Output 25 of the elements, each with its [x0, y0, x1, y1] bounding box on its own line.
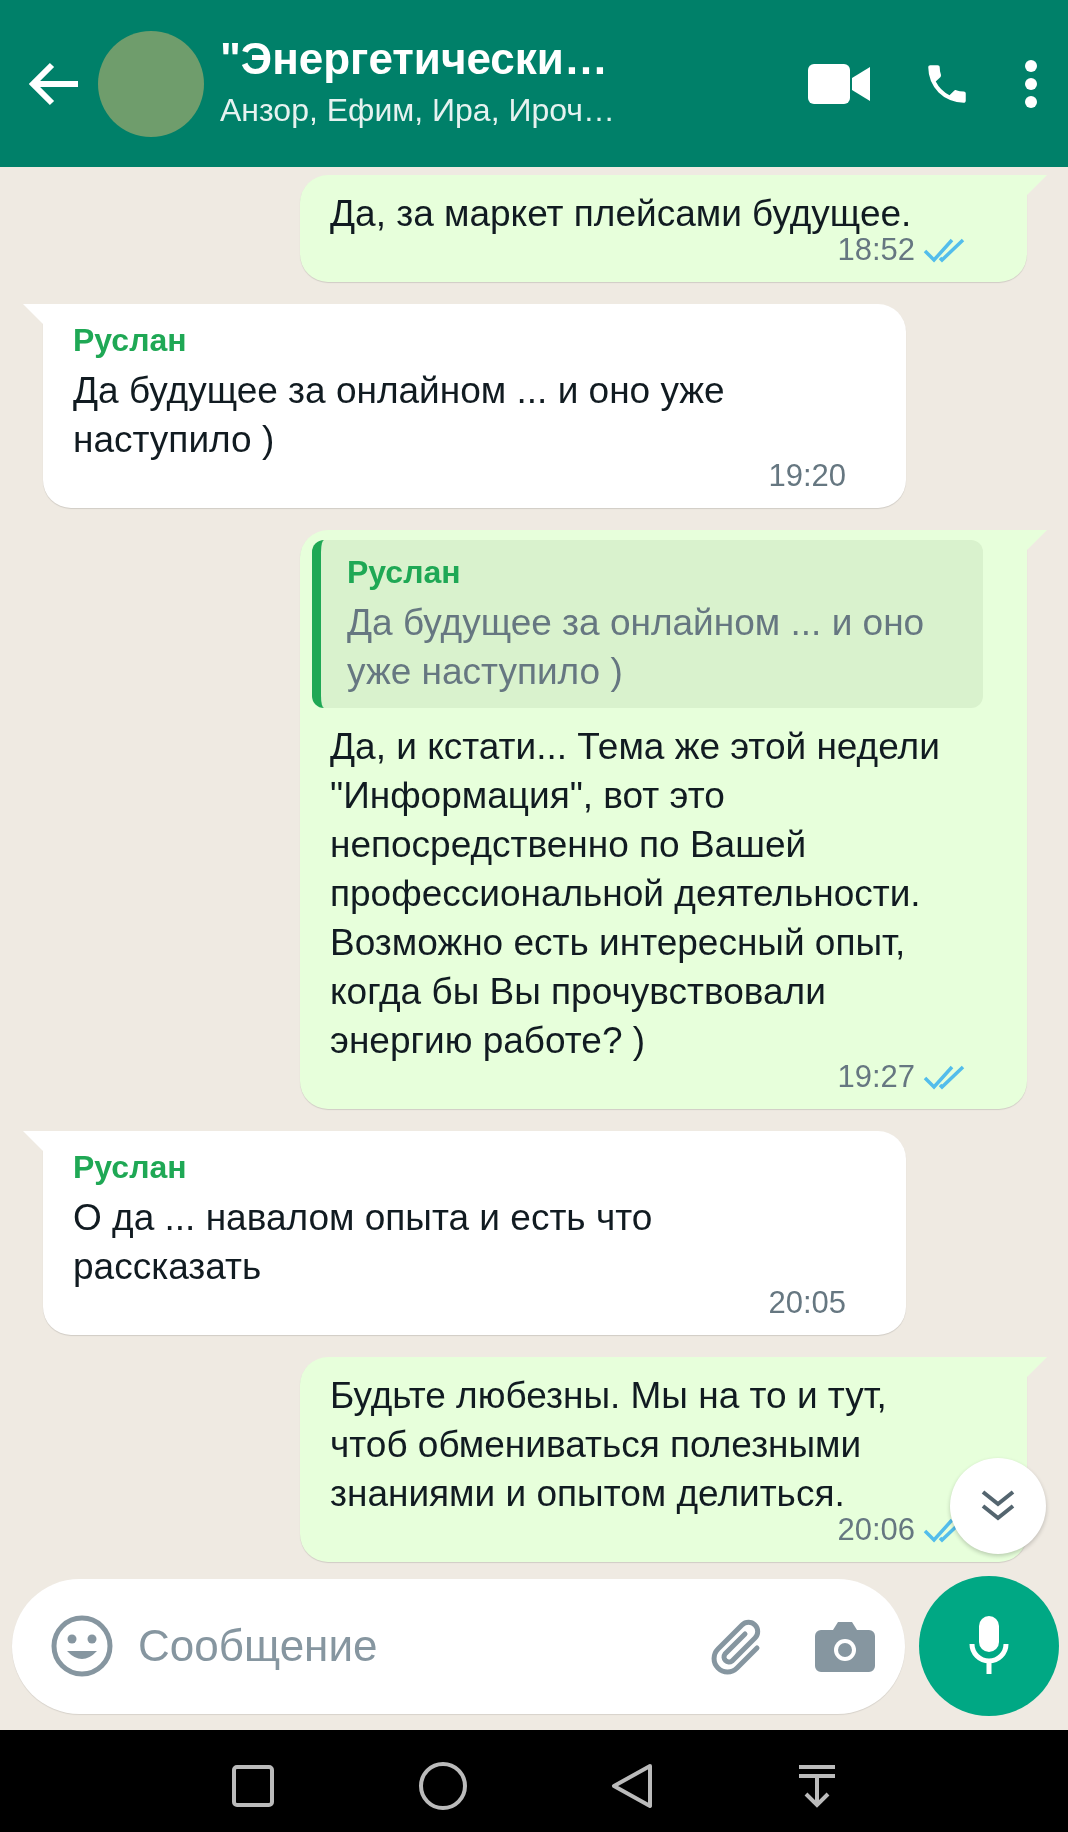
download-arrow-icon[interactable] — [796, 1764, 837, 1808]
more-icon — [1024, 58, 1038, 109]
sender-name[interactable]: Руслан — [73, 318, 846, 362]
quoted-text: Да будущее за онлайном ... и оно уже наступило ) — [347, 601, 926, 694]
home-circle-icon[interactable] — [417, 1761, 468, 1811]
smiley-icon[interactable] — [50, 1614, 114, 1678]
back-arrow-icon — [28, 60, 80, 107]
back-triangle-icon[interactable] — [610, 1762, 655, 1810]
message-field[interactable]: Сообщение — [12, 1578, 905, 1714]
video-camera-icon — [808, 63, 870, 104]
chat-title[interactable]: "Энергетически… — [220, 33, 790, 86]
quoted-message[interactable]: Руслан Да будущее за онлайном ... и оно уже наступило ) — [312, 540, 983, 708]
message-time: 19:20 — [768, 457, 846, 495]
camera-icon[interactable] — [815, 1620, 875, 1672]
message-time: 20:05 — [768, 1284, 846, 1322]
message-text: Да будущее за онлайном ... и оно уже наступило ) — [73, 369, 726, 462]
quoted-sender: Руслан — [347, 553, 462, 592]
chat-members[interactable]: Анзор, Ефим, Ира, Ироч… — [220, 85, 790, 134]
double-chevron-icon — [980, 1489, 1016, 1523]
message-input[interactable]: Сообщение — [136, 1612, 683, 1680]
microphone-icon — [969, 1616, 1009, 1676]
message-text: О да ... навалом опыта и есть что рассказать — [73, 1196, 654, 1289]
square-icon[interactable] — [231, 1764, 276, 1808]
message-text: Да, за маркет плейсами будущее. — [330, 192, 913, 236]
sender-name[interactable]: Руслан — [73, 1145, 846, 1189]
